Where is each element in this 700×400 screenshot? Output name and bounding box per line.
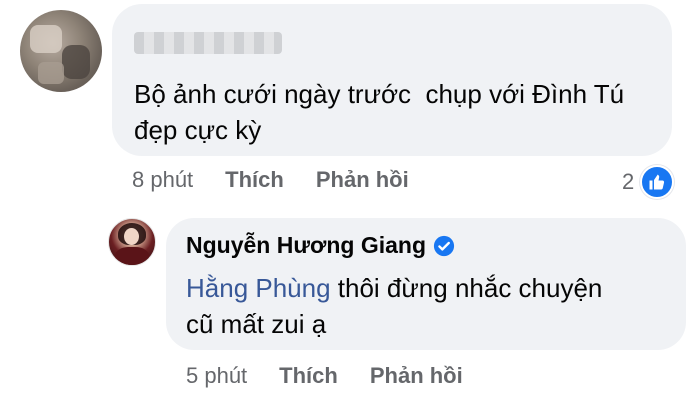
reaction-summary[interactable]: 2 — [622, 165, 675, 199]
mention-link[interactable]: Hằng Phùng — [186, 273, 331, 303]
reply-button[interactable]: Phản hồi — [370, 363, 463, 389]
reply-text-line2: cũ mất zui ạ — [186, 309, 327, 339]
reply-button[interactable]: Phản hồi — [316, 167, 409, 193]
verified-badge-icon — [433, 235, 455, 257]
comment-time[interactable]: 8 phút — [132, 167, 193, 193]
like-thumb-icon — [640, 165, 675, 199]
avatar-face — [124, 228, 139, 245]
avatar-blur-patch — [62, 45, 90, 79]
avatar-blur-patch — [30, 25, 62, 53]
commenter-avatar[interactable] — [20, 10, 102, 92]
comment-bubble: Bộ ảnh cưới ngày trước chụp với Đình Tú … — [112, 4, 672, 156]
censored-author-name — [134, 32, 282, 54]
comment-actions: 8 phút Thích Phản hồi — [132, 167, 441, 193]
reply-text-rest: thôi đừng nhắc chuyện — [330, 273, 603, 303]
reply-actions: 5 phút Thích Phản hồi — [186, 363, 495, 389]
reply-author-name[interactable]: Nguyễn Hương Giang — [186, 232, 426, 259]
reply-author-avatar[interactable] — [108, 218, 156, 266]
reaction-count: 2 — [622, 169, 635, 194]
like-button[interactable]: Thích — [279, 363, 338, 389]
like-button[interactable]: Thích — [225, 167, 284, 193]
comment-line: đẹp cực kỳ — [134, 115, 262, 145]
avatar-blur-patch — [38, 62, 64, 84]
reply-time[interactable]: 5 phút — [186, 363, 247, 389]
reply-author: Nguyễn Hương Giang — [186, 232, 455, 259]
comment-line: Bộ ảnh cưới ngày trước chụp với Đình Tú — [134, 79, 625, 109]
reply-bubble: Nguyễn Hương Giang Hằng Phùng thôi đừng … — [166, 218, 686, 350]
comment-text: Bộ ảnh cưới ngày trước chụp với Đình Tú … — [134, 76, 624, 148]
avatar-body — [115, 247, 149, 265]
reply-text: Hằng Phùng thôi đừng nhắc chuyện cũ mất … — [186, 270, 602, 342]
